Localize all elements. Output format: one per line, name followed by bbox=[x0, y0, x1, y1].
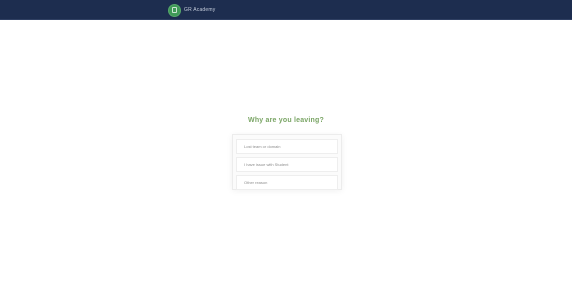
reason-option-label: Other reason bbox=[244, 179, 268, 185]
brand[interactable]: GR Academy bbox=[168, 3, 215, 17]
shield-logo-icon bbox=[168, 3, 181, 17]
leaving-question-title: Why are you leaving? bbox=[248, 117, 324, 124]
leaving-reason-panel: Lost team or domain I have issue with St… bbox=[232, 134, 342, 190]
reason-option[interactable]: Other reason bbox=[236, 175, 338, 190]
reason-option-label: Lost team or domain bbox=[244, 143, 281, 149]
top-navigation-bar: GR Academy bbox=[0, 0, 572, 20]
reason-option-label: I have issue with Student bbox=[244, 161, 289, 167]
brand-name: GR Academy bbox=[184, 6, 216, 13]
reason-option[interactable]: Lost team or domain bbox=[236, 139, 338, 154]
reason-option[interactable]: I have issue with Student bbox=[236, 157, 338, 172]
